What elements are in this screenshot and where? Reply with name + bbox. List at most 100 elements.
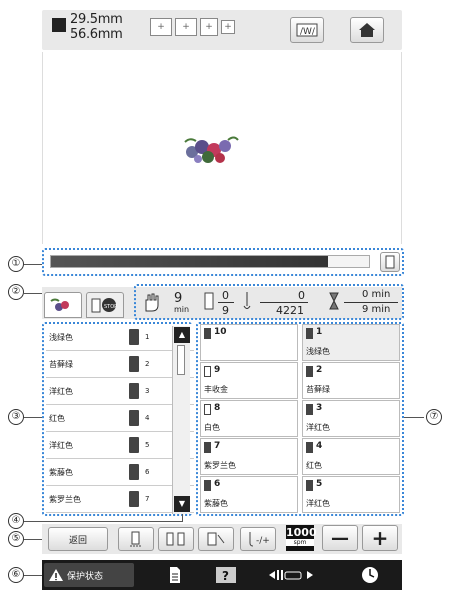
spool-label: 浅绿色 <box>306 347 330 356</box>
home-button[interactable] <box>350 17 384 43</box>
frame-button-4[interactable]: + <box>221 20 235 34</box>
spool-cell[interactable]: 9 丰收金 <box>200 362 298 399</box>
spool-number: 8 <box>214 403 221 413</box>
spool-icon <box>306 442 313 453</box>
tension-icon: -/+ <box>249 532 269 547</box>
stitch-fraction-line <box>260 302 308 303</box>
frame-button-1[interactable]: + <box>150 18 172 36</box>
speed-minus-button[interactable]: — <box>322 525 358 551</box>
back-button[interactable]: 返回 <box>48 527 108 551</box>
tab-design[interactable] <box>44 292 82 318</box>
embroidery-mode-button[interactable]: /W/ <box>290 17 324 43</box>
stitch-done: 0 <box>298 289 305 302</box>
stitch-progress-bar <box>50 255 370 268</box>
thread-trim-button[interactable] <box>118 527 154 551</box>
size-icon <box>52 18 66 32</box>
leader-7 <box>404 417 424 418</box>
spool-cell[interactable]: 8 白色 <box>200 400 298 437</box>
color-change-button[interactable] <box>158 527 194 551</box>
scroll-area <box>170 324 192 516</box>
thread-number: 2 <box>145 360 150 368</box>
callout-1: ① <box>8 256 24 272</box>
spool-cell[interactable]: 10 <box>200 324 298 361</box>
spool-cell[interactable]: 6 紫藤色 <box>200 476 298 513</box>
time-fraction-line <box>344 302 398 303</box>
spool-number: 3 <box>316 403 323 413</box>
speed-plus-button[interactable]: + <box>362 525 398 551</box>
spool-icon <box>129 383 139 399</box>
spool-label: 洋红色 <box>306 499 330 508</box>
spool-icon <box>306 404 313 415</box>
leader-1 <box>24 264 42 265</box>
spool-cell[interactable]: 2 苔藓绿 <box>302 362 400 399</box>
protect-status-label: 保护状态 <box>67 571 104 582</box>
frame-move-icon[interactable] <box>268 566 314 584</box>
spool-icon <box>129 356 139 372</box>
spool-cell[interactable]: 7 紫罗兰色 <box>200 438 298 475</box>
spool-label: 红色 <box>306 461 322 470</box>
spool-label: 紫罗兰色 <box>204 461 236 470</box>
spool-icon <box>204 480 211 491</box>
callout-2: ② <box>8 284 24 300</box>
protect-status-button[interactable]: 保护状态 <box>44 563 134 587</box>
progress-fill <box>51 256 328 267</box>
frame-button-3[interactable]: + <box>200 18 218 36</box>
spool-label: 紫藤色 <box>204 499 228 508</box>
leader-4 <box>24 521 182 522</box>
hand-icon <box>145 293 159 312</box>
speed-value: 1000 <box>286 526 317 539</box>
spool-cell[interactable]: 4 红色 <box>302 438 400 475</box>
leader-4-tick <box>182 514 183 522</box>
clock-icon[interactable] <box>360 565 380 585</box>
spool-icon <box>129 437 139 453</box>
document-icon[interactable] <box>168 566 182 584</box>
stitch-total: 4221 <box>276 304 304 317</box>
spool-cell[interactable]: 3 洋红色 <box>302 400 400 437</box>
progress-button[interactable] <box>380 252 400 272</box>
spool-cell[interactable]: 5 洋红色 <box>302 476 400 513</box>
spool-number: 9 <box>214 365 221 375</box>
spool-icon <box>204 404 211 415</box>
thread-name: 洋红色 <box>49 440 73 450</box>
spool-label: 苔藓绿 <box>306 385 330 394</box>
color-fraction-line <box>218 302 234 303</box>
thread-number: 4 <box>145 414 150 422</box>
needle-icon <box>243 292 251 309</box>
leader-6 <box>24 575 42 576</box>
speed-unit: spm <box>286 539 314 546</box>
stop-tab-icon: STOP <box>91 298 117 313</box>
thread-number: 1 <box>145 333 150 341</box>
tension-button[interactable]: -/+ <box>240 527 276 551</box>
frame-button-2[interactable]: + <box>175 18 197 36</box>
thread-name: 紫藤色 <box>49 467 73 477</box>
callout-3: ③ <box>8 409 24 425</box>
callout-5: ⑤ <box>8 531 24 547</box>
tab-stop[interactable]: STOP <box>86 292 124 318</box>
spool-label: 白色 <box>204 423 220 432</box>
spool-label: 丰收金 <box>204 385 228 394</box>
spool-icon <box>129 464 139 480</box>
spool-number: 6 <box>214 479 221 489</box>
spool-icon <box>204 328 211 339</box>
spool-icon <box>306 366 313 377</box>
width-value: 29.5mm <box>70 12 123 27</box>
help-icon[interactable]: ? <box>215 566 237 584</box>
thread-name: 苔藓绿 <box>49 359 73 369</box>
color-total: 9 <box>222 304 229 317</box>
color-spool-icon <box>204 292 214 310</box>
needle-edit-button[interactable] <box>198 527 234 551</box>
time-value: 9 <box>174 291 183 306</box>
thread-name: 浅绿色 <box>49 332 73 342</box>
leader-3 <box>24 417 42 418</box>
warning-icon <box>49 569 63 581</box>
time-done: 0 min <box>362 289 391 300</box>
thread-name: 红色 <box>49 413 65 423</box>
svg-text:?: ? <box>222 569 229 583</box>
thread-number: 5 <box>145 441 150 449</box>
flower-design-thumbnail <box>184 136 239 163</box>
spool-cell[interactable]: 1 浅绿色 <box>302 324 400 361</box>
spool-number: 5 <box>316 479 323 489</box>
embroidery-icon: /W/ <box>296 23 318 37</box>
svg-text:-/+: -/+ <box>256 536 269 546</box>
svg-text:/W/: /W/ <box>300 27 316 37</box>
